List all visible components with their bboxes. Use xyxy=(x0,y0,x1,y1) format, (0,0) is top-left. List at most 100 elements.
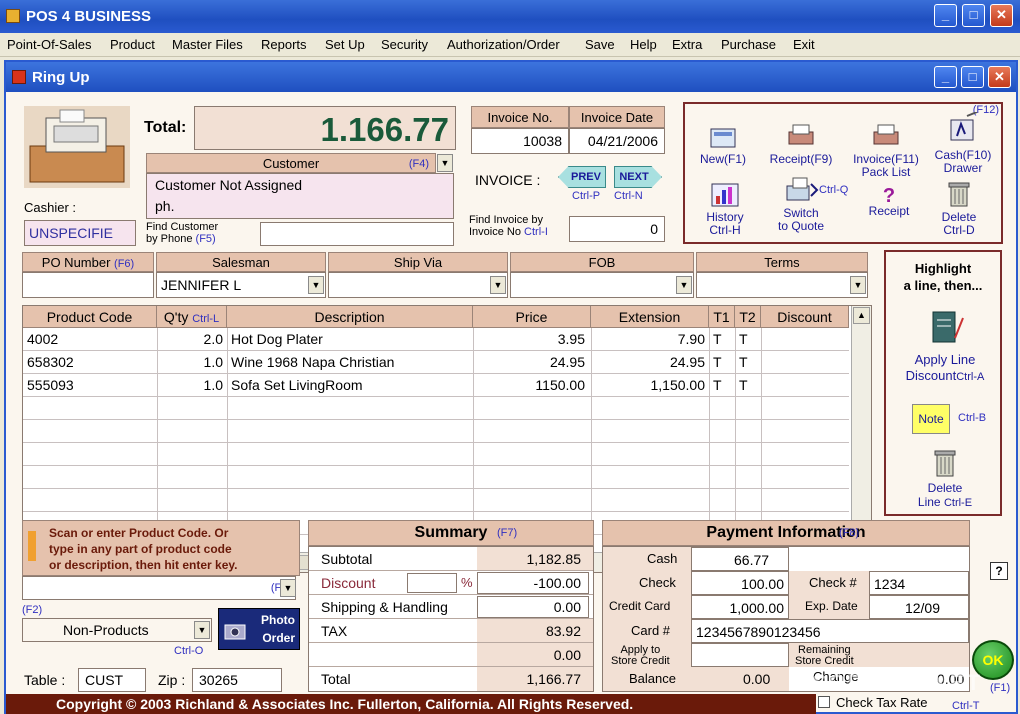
table-row[interactable] xyxy=(23,466,849,489)
next-invoice-button[interactable]: NEXT xyxy=(614,166,662,188)
exp-date-input[interactable]: 12/09 xyxy=(869,595,969,619)
invoice-pack-list-button[interactable]: Invoice(F11) Pack List xyxy=(847,122,925,179)
ship-via-select[interactable] xyxy=(328,272,508,298)
menu-purchase[interactable]: Purchase xyxy=(721,37,776,52)
card-number-input[interactable]: 1234567890123456 xyxy=(691,619,969,643)
col-discount[interactable]: Discount xyxy=(761,306,849,328)
switch-quote-icon xyxy=(786,177,819,201)
new-button[interactable]: New(F1) xyxy=(695,126,751,166)
summary-table: Subtotal 1,182.85 Discount % -100.00 Shi… xyxy=(308,546,594,692)
table-row[interactable]: 4002 2.0 Hot Dog Plater 3.95 7.90 T T xyxy=(23,328,849,351)
non-products-dropdown[interactable]: ▼ xyxy=(194,621,210,639)
child-maximize-button[interactable]: □ xyxy=(961,66,984,88)
menu-reports[interactable]: Reports xyxy=(261,37,307,52)
delete-line-button[interactable]: Delete Line Ctrl-E xyxy=(890,448,1000,510)
table-row[interactable] xyxy=(23,489,849,512)
terms-select[interactable] xyxy=(696,272,868,298)
menu-bar: Point-Of-Sales Product Master Files Repo… xyxy=(0,33,1020,57)
f2-shortcut: (F2) xyxy=(22,604,43,616)
ship-via-dropdown[interactable]: ▼ xyxy=(490,276,506,294)
photo-order-button[interactable]: Photo Order xyxy=(218,608,300,650)
receipt-question-button[interactable]: ? Receipt xyxy=(861,186,917,218)
watermark: SOFT-OK.NET xyxy=(812,670,982,695)
window-icon xyxy=(12,70,26,84)
po-number-input[interactable] xyxy=(22,272,154,298)
table-row[interactable]: 555093 1.0 Sofa Set LivingRoom 1150.00 1… xyxy=(23,374,849,397)
total-display: 1.166.77 xyxy=(194,106,456,150)
col-extension[interactable]: Extension xyxy=(591,306,709,328)
cash-drawer-button[interactable]: Cash(F10) Drawer xyxy=(927,111,999,175)
product-scan-input[interactable]: (F3) xyxy=(22,576,296,600)
delete-line-trash-icon xyxy=(934,450,956,477)
fob-dropdown[interactable]: ▼ xyxy=(676,276,692,294)
col-description[interactable]: Description xyxy=(227,306,473,328)
child-close-button[interactable]: ✕ xyxy=(988,66,1011,88)
tax-row: TAX 83.92 xyxy=(309,619,593,643)
table-row[interactable] xyxy=(23,397,849,420)
payment-header: Payment Information (F8) xyxy=(602,520,970,546)
note-button[interactable]: Note xyxy=(912,404,950,434)
history-chart-icon xyxy=(711,183,739,207)
menu-security[interactable]: Security xyxy=(381,37,428,52)
table-input[interactable]: CUST xyxy=(78,668,146,692)
invoice-no-field[interactable]: 10038 xyxy=(471,128,569,154)
table-row[interactable] xyxy=(23,420,849,443)
zip-input[interactable]: 30265 xyxy=(192,668,282,692)
exp-date-label: Exp. Date xyxy=(805,599,858,613)
fob-select[interactable] xyxy=(510,272,694,298)
menu-point-of-sales[interactable]: Point-Of-Sales xyxy=(7,37,92,52)
apply-store-credit-input[interactable] xyxy=(691,643,789,667)
col-product-code[interactable]: Product Code xyxy=(23,306,157,328)
help-icon[interactable]: ? xyxy=(990,562,1008,580)
menu-extra[interactable]: Extra xyxy=(672,37,702,52)
check-number-input[interactable]: 1234 xyxy=(869,571,969,595)
cashier-field[interactable]: UNSPECIFIE xyxy=(24,220,136,246)
check-tax-rate-checkbox[interactable] xyxy=(818,696,830,708)
maximize-button[interactable]: □ xyxy=(962,4,985,27)
menu-authorization-order[interactable]: Authorization/Order xyxy=(447,37,560,52)
menu-product[interactable]: Product xyxy=(110,37,155,52)
discount-percent-input[interactable] xyxy=(407,573,457,593)
menu-exit[interactable]: Exit xyxy=(793,37,815,52)
delete-invoice-button[interactable]: Delete Ctrl-D xyxy=(929,180,989,237)
menu-master-files[interactable]: Master Files xyxy=(172,37,243,52)
salesman-header: Salesman xyxy=(156,252,326,272)
find-customer-phone-input[interactable] xyxy=(260,222,454,246)
apply-line-discount-button[interactable]: Apply Line DiscountCtrl-A xyxy=(890,308,1000,385)
vertical-scrollbar[interactable]: ▲ ▼ xyxy=(851,306,871,552)
menu-set-up[interactable]: Set Up xyxy=(325,37,365,52)
menu-save[interactable]: Save xyxy=(585,37,615,52)
col-qty[interactable]: Q'ty Ctrl-L xyxy=(157,306,227,328)
scroll-up-arrow[interactable]: ▲ xyxy=(853,307,870,324)
col-t2[interactable]: T2 xyxy=(735,306,761,328)
salesman-select[interactable]: JENNIFER L xyxy=(156,272,326,298)
cash-register-icon xyxy=(24,106,130,188)
col-t1[interactable]: T1 xyxy=(709,306,735,328)
find-invoice-input[interactable]: 0 xyxy=(569,216,665,242)
table-row[interactable]: 658302 1.0 Wine 1968 Napa Christian 24.9… xyxy=(23,351,849,374)
non-products-select[interactable]: Non-Products xyxy=(22,618,212,642)
balance-label: Balance xyxy=(629,671,676,686)
minimize-button[interactable]: _ xyxy=(934,4,957,27)
history-button[interactable]: History Ctrl-H xyxy=(695,182,755,237)
prev-invoice-button[interactable]: PREV xyxy=(558,166,606,188)
cash-input[interactable]: 66.77 xyxy=(691,547,789,571)
table-row[interactable] xyxy=(23,443,849,466)
close-button[interactable]: ✕ xyxy=(990,4,1013,27)
product-scan-dropdown[interactable]: ▼ xyxy=(280,579,296,597)
col-price[interactable]: Price xyxy=(473,306,591,328)
customer-info: Customer Not Assigned ph. xyxy=(146,173,454,219)
salesman-dropdown[interactable]: ▼ xyxy=(308,276,324,294)
menu-help[interactable]: Help xyxy=(630,37,657,52)
customer-dropdown[interactable]: ▼ xyxy=(437,154,453,172)
cashier-label: Cashier : xyxy=(24,200,77,215)
prev-shortcut: Ctrl-P xyxy=(572,190,601,202)
highlight-instruction: Highlight a line, then... xyxy=(903,261,983,293)
receipt-button[interactable]: Receipt(F9) xyxy=(765,122,837,166)
invoice-date-field[interactable]: 04/21/2006 xyxy=(569,128,665,154)
terms-dropdown[interactable]: ▼ xyxy=(850,276,866,294)
credit-card-input[interactable]: 1,000.00 xyxy=(691,595,789,619)
extra-row: 0.00 xyxy=(309,643,593,667)
child-minimize-button[interactable]: _ xyxy=(934,66,957,88)
check-input[interactable]: 100.00 xyxy=(691,571,789,595)
